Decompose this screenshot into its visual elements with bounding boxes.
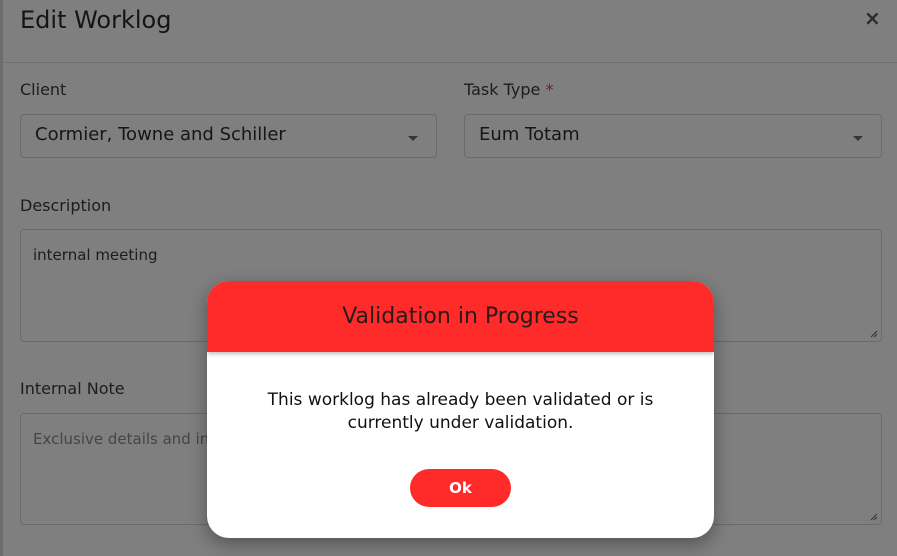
modal-message-line: This worklog has already been validated … [267, 390, 654, 410]
validation-modal: Validation in Progress This worklog has … [207, 281, 714, 538]
modal-message-line: currently under validation. [347, 413, 574, 433]
modal-message: This worklog has already been validated … [237, 389, 684, 435]
modal-title: Validation in Progress [342, 304, 579, 329]
modal-header: Validation in Progress [207, 281, 714, 352]
ok-button[interactable]: Ok [410, 469, 511, 507]
